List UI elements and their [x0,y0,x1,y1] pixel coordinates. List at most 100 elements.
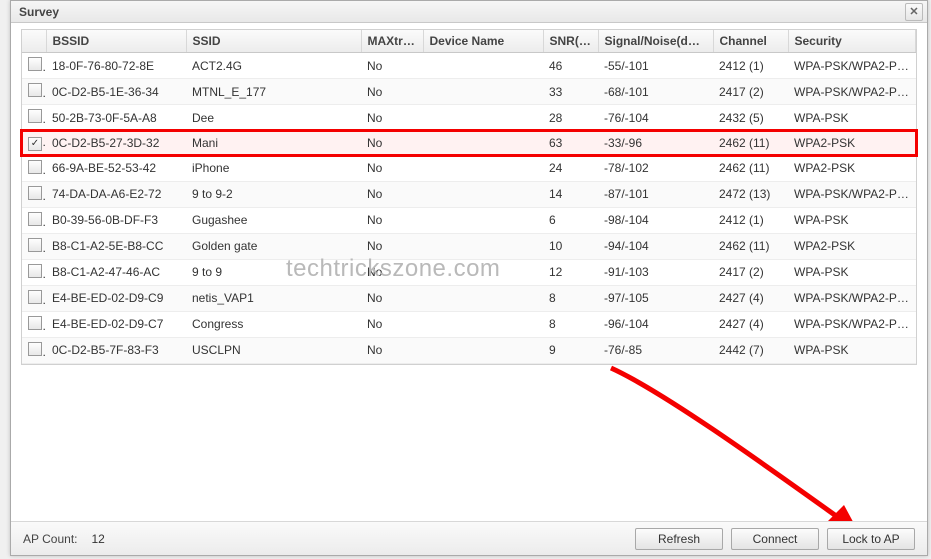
ssid-cell: ACT2.4G [186,53,361,79]
channel-cell: 2427 (4) [713,311,788,337]
channel-cell: 2417 (2) [713,79,788,105]
maxtream-cell: No [361,233,423,259]
row-select-cell[interactable] [22,285,46,311]
row-checkbox[interactable] [28,238,42,252]
maxtream-cell: No [361,53,423,79]
table-row[interactable]: B0-39-56-0B-DF-F3GugasheeNo6-98/-1042412… [22,207,916,233]
row-select-cell[interactable] [22,311,46,337]
row-select-cell[interactable]: ✓ [22,131,46,156]
row-checkbox[interactable] [28,160,42,174]
bssid-cell: B8-C1-A2-5E-B8-CC [46,233,186,259]
table-row[interactable]: ✓0C-D2-B5-27-3D-32ManiNo63-33/-962462 (1… [22,131,916,156]
row-select-cell[interactable] [22,233,46,259]
column-signoise[interactable]: Signal/Noise(dBm) [598,30,713,53]
table-row[interactable]: 18-0F-76-80-72-8EACT2.4GNo46-55/-1012412… [22,53,916,79]
snr-cell: 24 [543,155,598,181]
row-checkbox[interactable] [28,83,42,97]
row-checkbox[interactable] [28,186,42,200]
maxtream-cell: No [361,259,423,285]
device-cell [423,53,543,79]
row-select-cell[interactable] [22,79,46,105]
table-row[interactable]: 50-2B-73-0F-5A-A8DeeNo28-76/-1042432 (5)… [22,105,916,131]
snr-cell: 28 [543,105,598,131]
close-icon[interactable]: ✕ [905,3,923,21]
signoise-cell: -55/-101 [598,53,713,79]
ssid-cell: Gugashee [186,207,361,233]
ssid-cell: Dee [186,105,361,131]
row-select-cell[interactable] [22,181,46,207]
row-checkbox[interactable] [28,290,42,304]
security-cell: WPA-PSK [788,105,916,131]
column-snr[interactable]: SNR(dB) [543,30,598,53]
table-row[interactable]: 66-9A-BE-52-53-42iPhoneNo24-78/-1022462 … [22,155,916,181]
row-checkbox[interactable] [28,57,42,71]
row-checkbox[interactable] [28,109,42,123]
bssid-cell: B0-39-56-0B-DF-F3 [46,207,186,233]
table-row[interactable]: E4-BE-ED-02-D9-C9netis_VAP1No8-97/-10524… [22,285,916,311]
table-row[interactable]: 0C-D2-B5-1E-36-34MTNL_E_177No33-68/-1012… [22,79,916,105]
signoise-cell: -76/-104 [598,105,713,131]
ssid-cell: netis_VAP1 [186,285,361,311]
connect-button[interactable]: Connect [731,528,819,550]
channel-cell: 2442 (7) [713,337,788,363]
lock-to-ap-button[interactable]: Lock to AP [827,528,915,550]
row-checkbox[interactable] [28,264,42,278]
row-select-cell[interactable] [22,337,46,363]
row-checkbox[interactable] [28,342,42,356]
dialog-footer: AP Count: 12 Refresh Connect Lock to AP [11,521,927,555]
row-select-cell[interactable] [22,105,46,131]
device-cell [423,131,543,156]
channel-cell: 2417 (2) [713,259,788,285]
ssid-cell: 9 to 9 [186,259,361,285]
security-cell: WPA-PSK/WPA2-PSK [788,53,916,79]
device-cell [423,207,543,233]
title-bar: Survey ✕ [11,1,927,23]
column-channel[interactable]: Channel [713,30,788,53]
maxtream-cell: No [361,285,423,311]
bssid-cell: E4-BE-ED-02-D9-C9 [46,285,186,311]
snr-cell: 8 [543,311,598,337]
channel-cell: 2432 (5) [713,105,788,131]
device-cell [423,181,543,207]
table-row[interactable]: 74-DA-DA-A6-E2-729 to 9-2No14-87/-101247… [22,181,916,207]
bssid-cell: B8-C1-A2-47-46-AC [46,259,186,285]
column-security[interactable]: Security [788,30,916,53]
bssid-cell: 0C-D2-B5-7F-83-F3 [46,337,186,363]
row-checkbox[interactable] [28,212,42,226]
window-title: Survey [19,5,59,19]
snr-cell: 12 [543,259,598,285]
signoise-cell: -33/-96 [598,131,713,156]
signoise-cell: -94/-104 [598,233,713,259]
channel-cell: 2412 (1) [713,207,788,233]
bssid-cell: 0C-D2-B5-27-3D-32 [46,131,186,156]
security-cell: WPA-PSK [788,337,916,363]
device-cell [423,79,543,105]
device-cell [423,259,543,285]
table-row[interactable]: B8-C1-A2-5E-B8-CCGolden gateNo10-94/-104… [22,233,916,259]
security-cell: WPA2-PSK [788,131,916,156]
row-select-cell[interactable] [22,53,46,79]
column-device[interactable]: Device Name [423,30,543,53]
row-select-cell[interactable] [22,155,46,181]
maxtream-cell: No [361,207,423,233]
table-row[interactable]: 0C-D2-B5-7F-83-F3USCLPNNo9-76/-852442 (7… [22,337,916,363]
device-cell [423,337,543,363]
table-row[interactable]: B8-C1-A2-47-46-AC9 to 9No12-91/-1032417 … [22,259,916,285]
channel-cell: 2427 (4) [713,285,788,311]
row-select-cell[interactable] [22,207,46,233]
ssid-cell: Golden gate [186,233,361,259]
row-select-cell[interactable] [22,259,46,285]
signoise-cell: -68/-101 [598,79,713,105]
snr-cell: 9 [543,337,598,363]
column-ssid[interactable]: SSID [186,30,361,53]
column-select[interactable] [22,30,46,53]
ssid-cell: 9 to 9-2 [186,181,361,207]
snr-cell: 63 [543,131,598,156]
row-checkbox[interactable]: ✓ [28,137,42,151]
table-row[interactable]: E4-BE-ED-02-D9-C7CongressNo8-96/-1042427… [22,311,916,337]
refresh-button[interactable]: Refresh [635,528,723,550]
row-checkbox[interactable] [28,316,42,330]
column-maxtream[interactable]: MAXtream [361,30,423,53]
ssid-cell: Mani [186,131,361,156]
column-bssid[interactable]: BSSID [46,30,186,53]
